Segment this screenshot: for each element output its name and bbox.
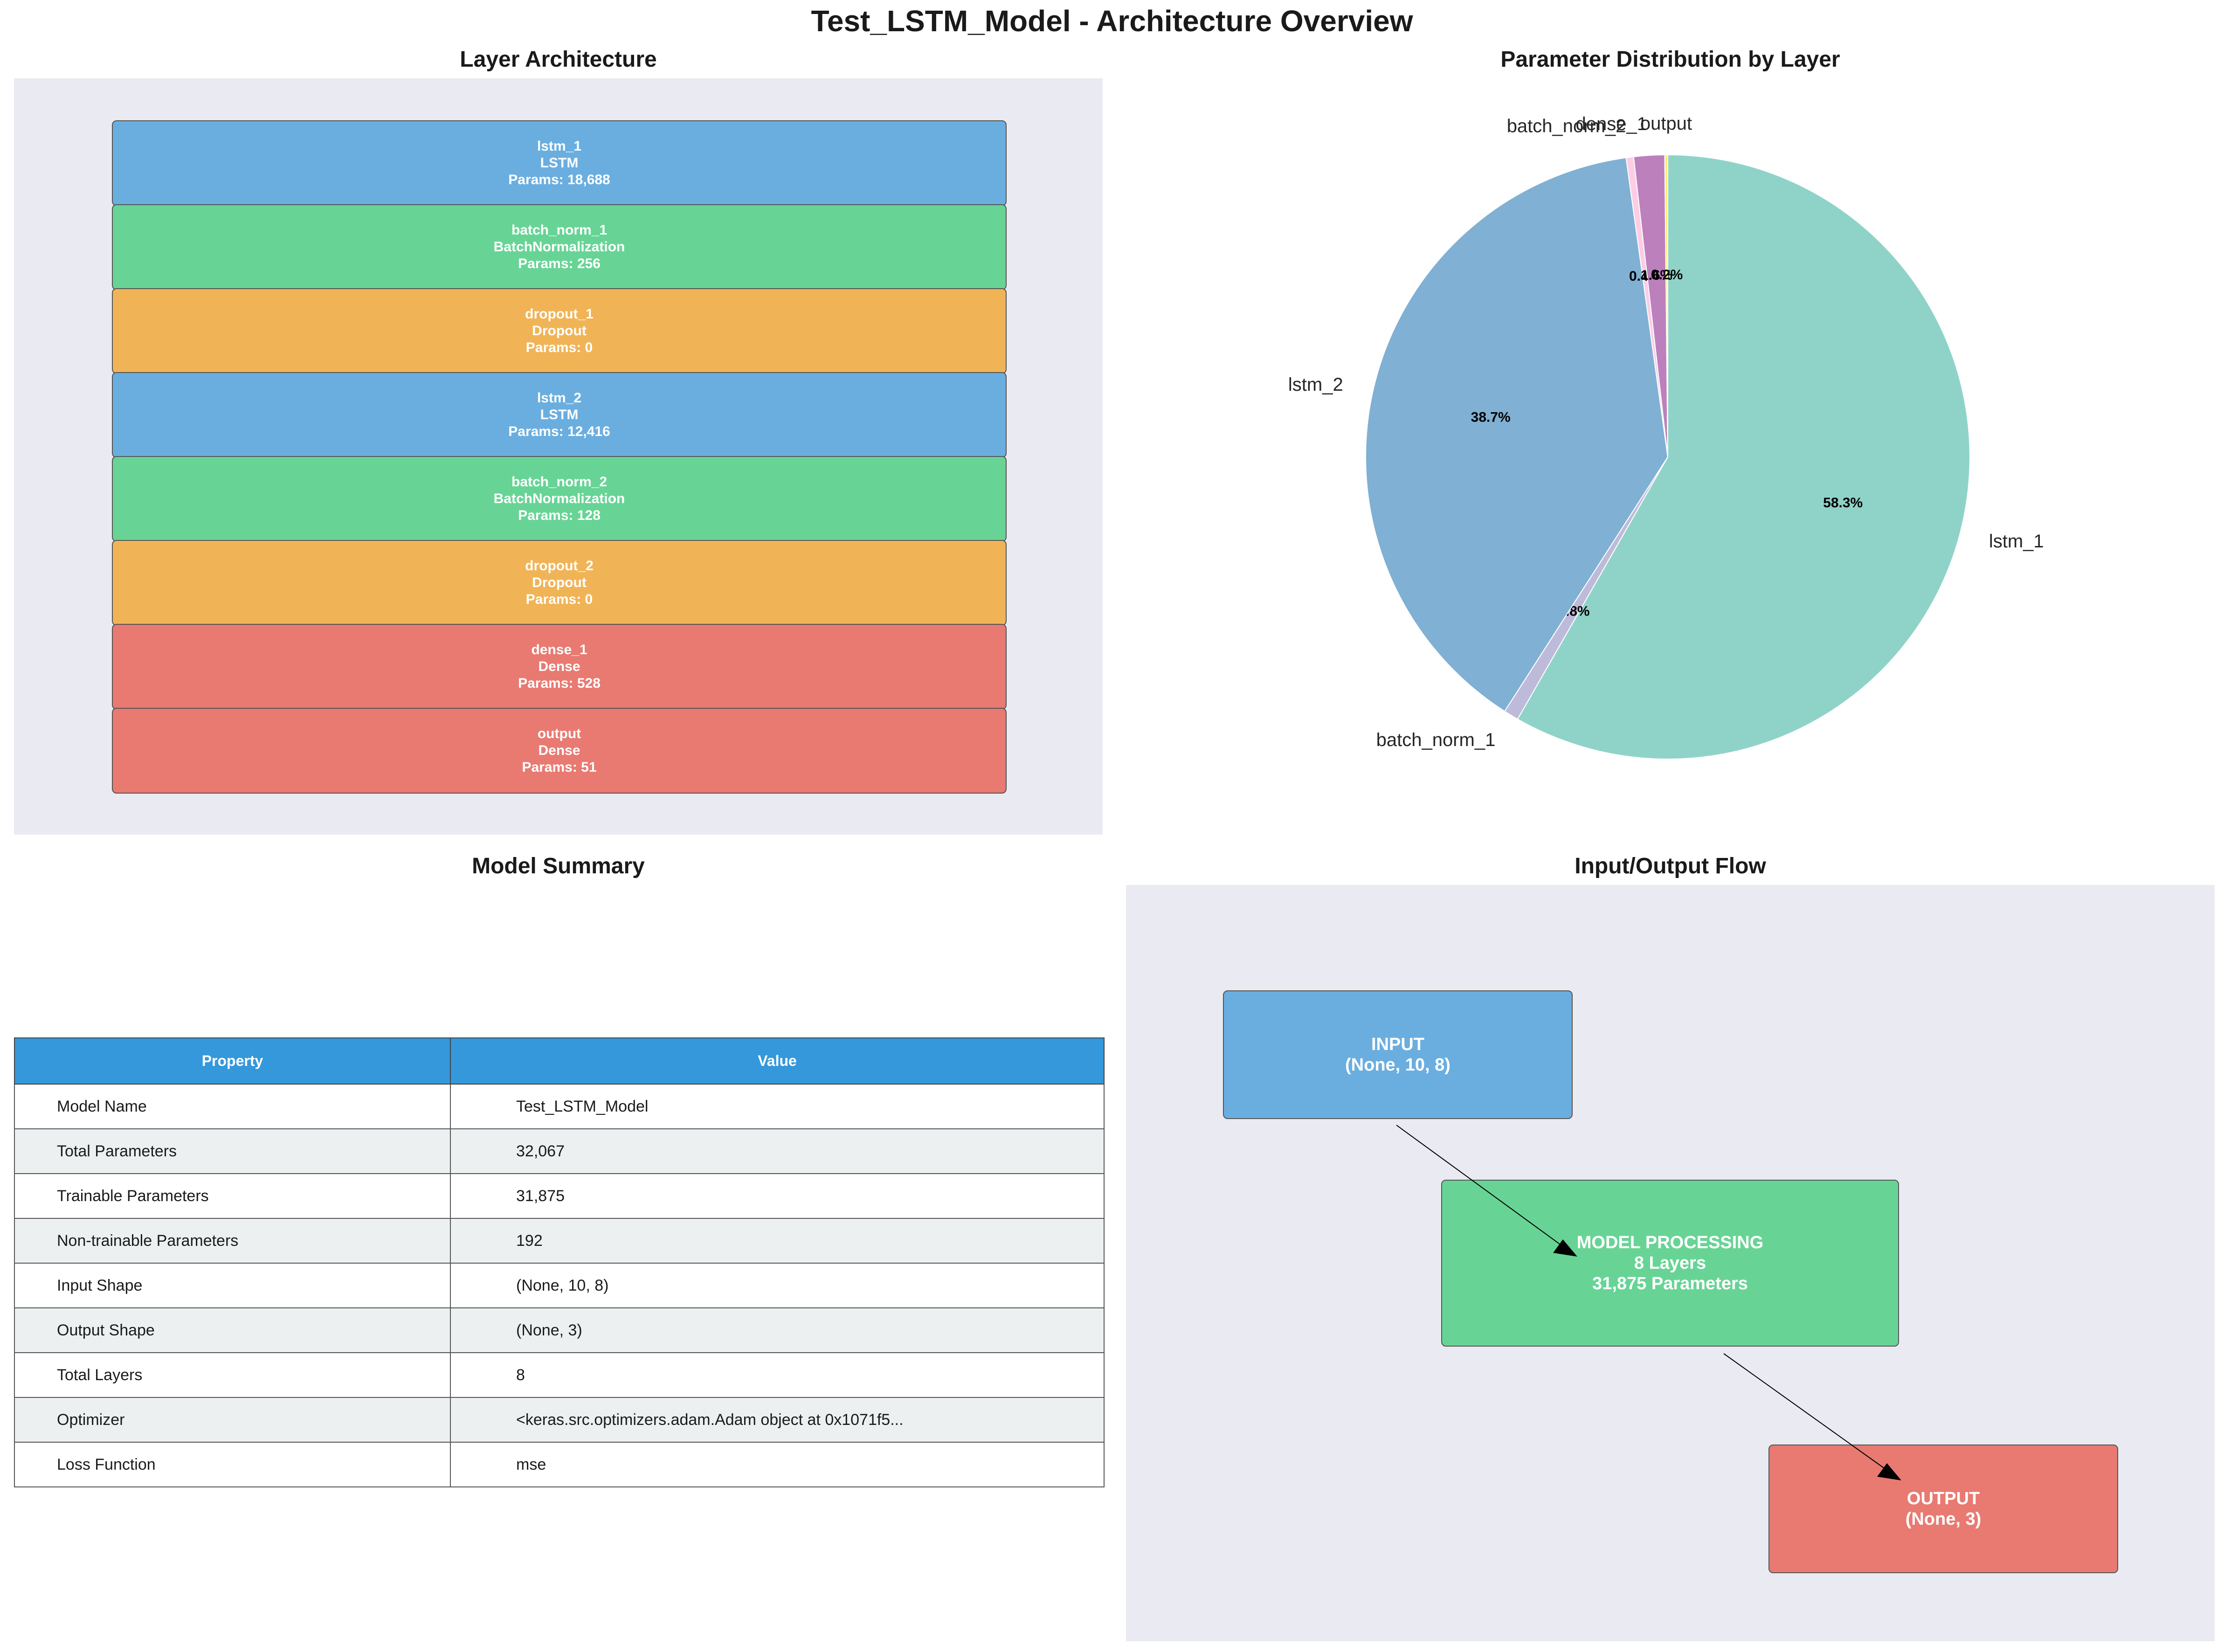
- layer-box-batch-norm-1: batch_norm_1 BatchNormalization Params: 25…: [112, 204, 1007, 290]
- value-cell: 192: [450, 1218, 1105, 1264]
- pie-label: output: [1640, 113, 1692, 134]
- layer-box-batch-norm-2: batch_norm_2 BatchNormalization Params: 12…: [112, 456, 1007, 542]
- value-cell: (None, 10, 8): [450, 1263, 1105, 1308]
- property-cell: Input Shape: [14, 1263, 451, 1308]
- layer-name: lstm_2: [537, 390, 582, 406]
- layer-type: Dense: [538, 659, 580, 674]
- table-row: Model Name Test_LSTM_Model: [14, 1084, 1105, 1129]
- layer-name: batch_norm_2: [511, 474, 608, 490]
- pie-label: lstm_2: [1288, 374, 1343, 395]
- arrow-input-to-model: [1396, 1125, 1560, 1244]
- layers-panel-title: Layer Architecture: [460, 47, 657, 72]
- layer-box-lstm-1: lstm_1 LSTM Params: 18,688: [112, 120, 1007, 206]
- pie-pct-label: 0.2%: [1651, 267, 1683, 283]
- summary-table: Property Value Model Name Test_LSTM_Model…: [14, 1037, 1105, 1487]
- layer-type: BatchNormalization: [493, 491, 625, 506]
- table-row: Total Layers 8: [14, 1352, 1105, 1398]
- layer-params: Params: 18,688: [508, 172, 610, 187]
- table-row: Loss Function mse: [14, 1442, 1105, 1487]
- property-cell: Model Name: [14, 1084, 451, 1129]
- layer-box-dropout-1: dropout_1 Dropout Params: 0: [112, 288, 1007, 374]
- flow-panel-title: Input/Output Flow: [1575, 854, 1766, 878]
- layer-params: Params: 256: [518, 256, 601, 271]
- summary-header-value: Value: [450, 1037, 1105, 1085]
- value-cell: mse: [450, 1442, 1105, 1487]
- property-cell: Total Layers: [14, 1352, 451, 1398]
- layer-type: Dense: [538, 743, 580, 758]
- property-cell: Total Parameters: [14, 1128, 451, 1174]
- property-cell: Output Shape: [14, 1307, 451, 1353]
- value-cell: 31,875: [450, 1173, 1105, 1219]
- layer-name: lstm_1: [537, 138, 582, 154]
- value-cell: (None, 3): [450, 1307, 1105, 1353]
- table-row: Trainable Parameters 31,875: [14, 1173, 1105, 1219]
- flow-arrows: [1396, 1125, 1901, 1480]
- layer-params: Params: 0: [525, 340, 593, 355]
- layer-name: dropout_1: [525, 306, 594, 322]
- table-row: Output Shape (None, 3): [14, 1307, 1105, 1353]
- pie-panel-title: Parameter Distribution by Layer: [1500, 47, 1840, 72]
- summary-panel-title: Model Summary: [472, 854, 645, 878]
- value-cell: 8: [450, 1352, 1105, 1398]
- arrow-model-to-output: [1723, 1353, 1884, 1468]
- figure-title: Test_LSTM_Model - Architecture Overview: [811, 4, 1413, 38]
- layer-name: output: [537, 726, 581, 741]
- property-cell: Trainable Parameters: [14, 1173, 451, 1219]
- layer-box-dense-1: dense_1 Dense Params: 528: [112, 624, 1007, 710]
- summary-header-property: Property: [14, 1037, 451, 1085]
- layer-params: Params: 12,416: [508, 424, 610, 439]
- layer-params: Params: 128: [518, 508, 601, 523]
- summary-header-row: Property Value: [14, 1037, 1105, 1085]
- pie-pct-label: 58.3%: [1823, 495, 1863, 511]
- value-cell: 32,067: [450, 1128, 1105, 1174]
- pie-pct-label: 38.7%: [1471, 410, 1511, 425]
- layer-type: BatchNormalization: [493, 239, 625, 255]
- layer-box-output: output Dense Params: 51: [112, 708, 1007, 794]
- table-row: Optimizer <keras.src.optimizers.adam.Adam…: [14, 1397, 1105, 1443]
- value-cell: Test_LSTM_Model: [450, 1084, 1105, 1129]
- layer-params: Params: 0: [525, 592, 593, 607]
- layers-panel: lstm_1 LSTM Params: 18,688 batch_norm_1 Batc…: [14, 78, 1103, 835]
- layer-type: LSTM: [540, 407, 579, 422]
- layer-type: Dropout: [532, 323, 587, 339]
- layer-params: Params: 51: [522, 760, 597, 775]
- layer-type: LSTM: [540, 155, 579, 171]
- pie-chart: lstm_158.3%batch_norm_10.8%lstm_238.7%ba…: [1288, 113, 2044, 760]
- flow-panel: INPUT (None, 10, 8) MODEL PROCESSING 8 L…: [1126, 885, 2215, 1641]
- layer-params: Params: 528: [518, 676, 601, 691]
- layer-name: dropout_2: [525, 558, 594, 574]
- layer-type: Dropout: [532, 575, 587, 590]
- property-cell: Optimizer: [14, 1397, 451, 1443]
- property-cell: Loss Function: [14, 1442, 451, 1487]
- layer-box-dropout-2: dropout_2 Dropout Params: 0: [112, 540, 1007, 626]
- table-row: Total Parameters 32,067: [14, 1128, 1105, 1174]
- pie-label: dense_1: [1576, 114, 1647, 134]
- table-row: Input Shape (None, 10, 8): [14, 1263, 1105, 1308]
- table-row: Non-trainable Parameters 192: [14, 1218, 1105, 1264]
- layer-box-lstm-2: lstm_2 LSTM Params: 12,416: [112, 372, 1007, 458]
- pie-label: lstm_1: [1989, 531, 2044, 552]
- layer-name: batch_norm_1: [511, 222, 608, 238]
- layer-name: dense_1: [531, 642, 587, 657]
- property-cell: Non-trainable Parameters: [14, 1218, 451, 1264]
- pie-label: batch_norm_1: [1376, 730, 1496, 750]
- value-cell: <keras.src.optimizers.adam.Adam object a…: [450, 1397, 1105, 1443]
